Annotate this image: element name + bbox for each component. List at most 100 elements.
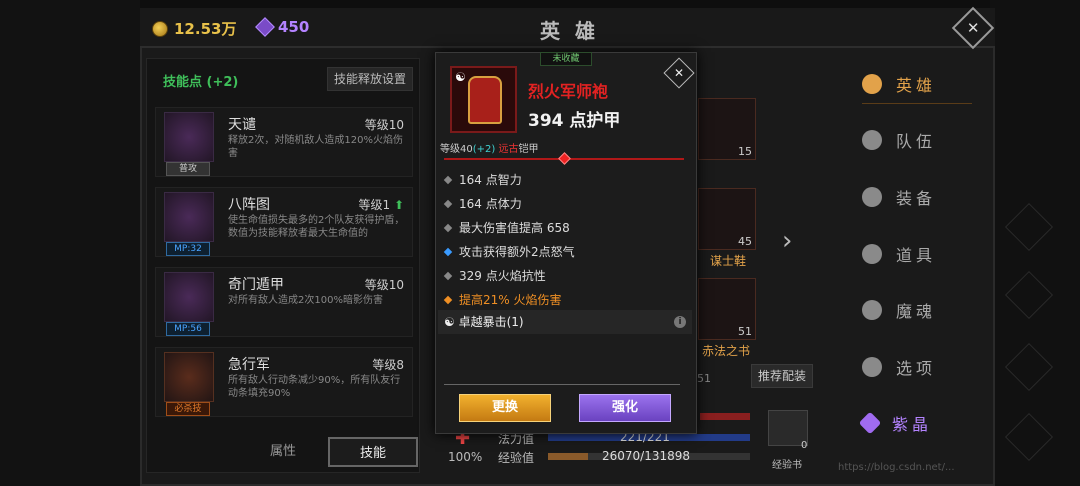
tab-skills[interactable]: 技能 <box>328 437 418 467</box>
item-type: 铠甲 <box>518 144 539 155</box>
yin-yang-icon: ☯ <box>444 315 455 329</box>
flame-icon <box>862 300 882 320</box>
item-stat: 164 点体力 <box>443 195 522 212</box>
health-plus-icon: ✚ <box>455 428 471 449</box>
skill-name: 奇门遁甲 <box>228 277 284 293</box>
menu-label: 英雄 <box>896 75 937 95</box>
menu-item-soul[interactable]: 魔魂 <box>862 290 972 330</box>
skill-tag: 普攻 <box>166 162 210 176</box>
item-stat: 329 点火焰抗性 <box>443 267 546 284</box>
exp-book-count: 0 <box>801 440 808 451</box>
item-stat: 164 点智力 <box>443 171 522 188</box>
equipment-slot-book[interactable]: 51 <box>698 278 756 340</box>
gem-display: 450 <box>255 17 310 37</box>
amethyst-icon <box>255 17 275 37</box>
skill-name: 八阵图 <box>228 197 270 213</box>
skill-tag: MP:32 <box>166 242 210 256</box>
menu-item-team[interactable]: 队伍 <box>862 120 972 160</box>
page-title: 英 雄 <box>540 19 599 43</box>
skill-description: 释放2次，对随机敌人造成120%火焰伤害 <box>228 135 403 159</box>
skill-level: 等级10 <box>364 118 404 132</box>
bullet-diamond-icon <box>443 223 453 232</box>
equipment-slot-weapon[interactable]: 15 <box>698 98 756 160</box>
exp-bar-fill <box>548 453 588 460</box>
menu-label: 装备 <box>896 189 937 208</box>
rune-circle-icon <box>164 272 214 322</box>
item-stat: 最大伤害值提高 658 <box>443 219 570 236</box>
bullet-diamond-icon <box>443 247 453 256</box>
item-level-line: 等级40(+2) 远古铠甲 <box>440 140 538 155</box>
slot-count: 45 <box>738 235 752 248</box>
menu-label: 选项 <box>896 359 937 378</box>
slot-count: 51 <box>738 325 752 338</box>
item-stat-text: 164 点智力 <box>459 173 522 187</box>
exp-value: 26070/131898 <box>602 449 691 463</box>
people-icon <box>862 73 882 94</box>
skill-level: 等级8 <box>372 358 404 372</box>
skill-description: 所有敌人行动条减少90%，所有队友行动条填充90% <box>228 375 401 399</box>
close-icon: ✕ <box>966 18 980 37</box>
skill-tag: MP:56 <box>166 322 210 336</box>
skills-panel: 技能点 (+2) 技能释放设置 普攻 天谴 等级10 释放2次，对随机敌人造成1… <box>146 58 420 473</box>
menu-item-items[interactable]: 道具 <box>862 234 972 274</box>
skill-level-value: 等级1 <box>358 198 391 212</box>
menu-item-hero[interactable]: 英雄 <box>862 64 972 104</box>
tab-attributes[interactable]: 属性 <box>238 437 328 467</box>
skill-item[interactable]: MP:56 奇门遁甲 等级10 对所有敌人造成2次100%暗影伤害 <box>155 267 413 337</box>
gem-amount: 450 <box>278 18 310 36</box>
robe-icon: ☯ <box>450 66 517 133</box>
skill-item[interactable]: 必杀技 急行军 等级8 所有敌人行动条减少90%，所有队友行动条填充90% <box>155 347 413 417</box>
flag-icon <box>862 130 882 150</box>
robe-shape <box>468 76 502 124</box>
gear-icon <box>862 357 882 377</box>
menu-label: 队伍 <box>896 132 937 151</box>
item-stat-text: 攻击获得额外2点怒气 <box>459 245 575 259</box>
menu-item-options[interactable]: 选项 <box>862 347 972 387</box>
bullet-diamond-icon <box>443 199 453 208</box>
upgrade-button[interactable]: 强化 <box>579 394 671 422</box>
amethyst-icon <box>858 411 882 435</box>
menu-item-equipment[interactable]: 装备 <box>862 177 972 217</box>
watermark: https://blog.csdn.net/... <box>838 462 955 473</box>
recommend-gear-button[interactable]: 推荐配装 <box>751 364 814 388</box>
gold-display: 12.53万 <box>152 18 236 39</box>
menu-item-amethyst[interactable]: 紫晶 <box>858 403 972 443</box>
item-stat-text: 提高21% 火焰伤害 <box>459 293 562 307</box>
lightning-crystal-icon <box>164 112 214 162</box>
equipment-slot-boots[interactable]: 45 <box>698 188 756 250</box>
swap-button[interactable]: 更换 <box>459 394 551 422</box>
slot-count: 15 <box>738 145 752 158</box>
percent-value: 100% <box>448 450 483 464</box>
popup-divider <box>444 384 680 385</box>
side-menu: 英雄 队伍 装备 道具 魔魂 选项 紫晶 <box>850 58 980 473</box>
chevron-right-icon[interactable]: › <box>782 226 792 256</box>
skill-description: 使生命值损失最多的2个队友获得护盾，数值为技能释放者最大生命值的 <box>228 215 405 239</box>
special-effect-row[interactable]: ☯ 卓越暴击(1) i <box>438 310 692 334</box>
skill-item[interactable]: 普攻 天谴 等级10 释放2次，对随机敌人造成120%火焰伤害 <box>155 107 413 177</box>
march-bolt-icon <box>164 352 214 402</box>
item-name: 烈火军师袍 <box>528 82 609 101</box>
left-background <box>0 0 140 486</box>
skill-release-settings-button[interactable]: 技能释放设置 <box>326 67 413 91</box>
special-effect-label: 卓越暴击(1) <box>458 315 524 329</box>
item-stat-text: 164 点体力 <box>459 197 522 211</box>
slot-label: 赤法之书 <box>702 344 751 358</box>
upgrade-arrow-icon: ⬆ <box>393 198 404 212</box>
close-icon: ✕ <box>673 66 685 80</box>
skill-description: 对所有敌人造成2次100%暗影伤害 <box>228 295 383 306</box>
helmet-icon <box>862 187 882 207</box>
gold-amount: 12.53万 <box>174 20 237 38</box>
skill-item[interactable]: MP:32 八阵图 等级1 ⬆ 使生命值损失最多的2个队友获得护盾，数值为技能释… <box>155 187 413 257</box>
health-bar <box>700 413 750 420</box>
item-level-bonus: (+2) <box>472 144 496 155</box>
info-icon[interactable]: i <box>674 316 686 328</box>
skill-name: 天谴 <box>228 117 256 133</box>
skill-panel-tabs: 属性 技能 <box>146 437 420 469</box>
skill-level: 等级10 <box>364 278 404 292</box>
coin-icon <box>152 20 168 37</box>
item-stat: 攻击获得额外2点怒气 <box>443 243 575 260</box>
item-stat-text: 最大伤害值提高 658 <box>459 221 570 235</box>
bag-icon <box>862 244 882 264</box>
scroll-icon <box>164 192 214 242</box>
menu-label: 紫晶 <box>892 415 933 434</box>
